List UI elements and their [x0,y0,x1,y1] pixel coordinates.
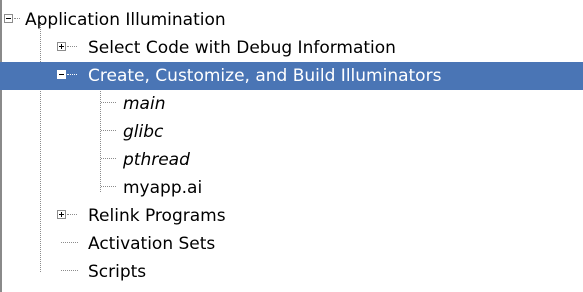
tree-node-main[interactable]: main [0,90,583,118]
tree-connector [101,158,116,159]
tree-connector [101,130,116,131]
tree-connector [67,74,77,75]
tree-node-root[interactable]: Application Illumination [0,6,583,34]
tree-node-label: Create, Customize, and Build Illuminator… [88,66,442,86]
tree-connector [14,18,20,19]
tree-connector [101,102,116,103]
minus-expander-icon[interactable] [57,70,66,79]
plus-expander-icon[interactable] [57,42,66,51]
tree-node-myapp-ai[interactable]: myapp.ai [0,174,583,202]
tree-node-label: Scripts [88,262,147,282]
tree-node-select-code[interactable]: Select Code with Debug Information [0,34,583,62]
tree-connector [61,242,78,243]
tree-node-scripts[interactable]: Scripts [0,258,583,286]
minus-expander-icon[interactable] [4,14,13,23]
tree-node-label: Select Code with Debug Information [88,38,396,58]
tree-node-label: Relink Programs [88,206,226,226]
tree-view[interactable]: Application Illumination Select Code wit… [0,0,583,292]
tree-node-relink-programs[interactable]: Relink Programs [0,202,583,230]
tree-node-pthread[interactable]: pthread [0,146,583,174]
tree-connector [67,214,77,215]
tree-node-label: Application Illumination [25,10,226,30]
tree-connector [67,46,77,47]
tree-connector [61,270,78,271]
tree-node-label: pthread [123,150,190,170]
tree-node-label: Activation Sets [88,234,216,254]
tree-node-activation-sets[interactable]: Activation Sets [0,230,583,258]
tree-connector [101,186,116,187]
tree-node-label: main [123,94,166,114]
tree-node-label: myapp.ai [123,178,203,198]
plus-expander-icon[interactable] [57,210,66,219]
tree-node-label: glibc [123,122,164,142]
tree-node-create-customize-build[interactable]: Create, Customize, and Build Illuminator… [0,62,583,90]
tree-node-glibc[interactable]: glibc [0,118,583,146]
